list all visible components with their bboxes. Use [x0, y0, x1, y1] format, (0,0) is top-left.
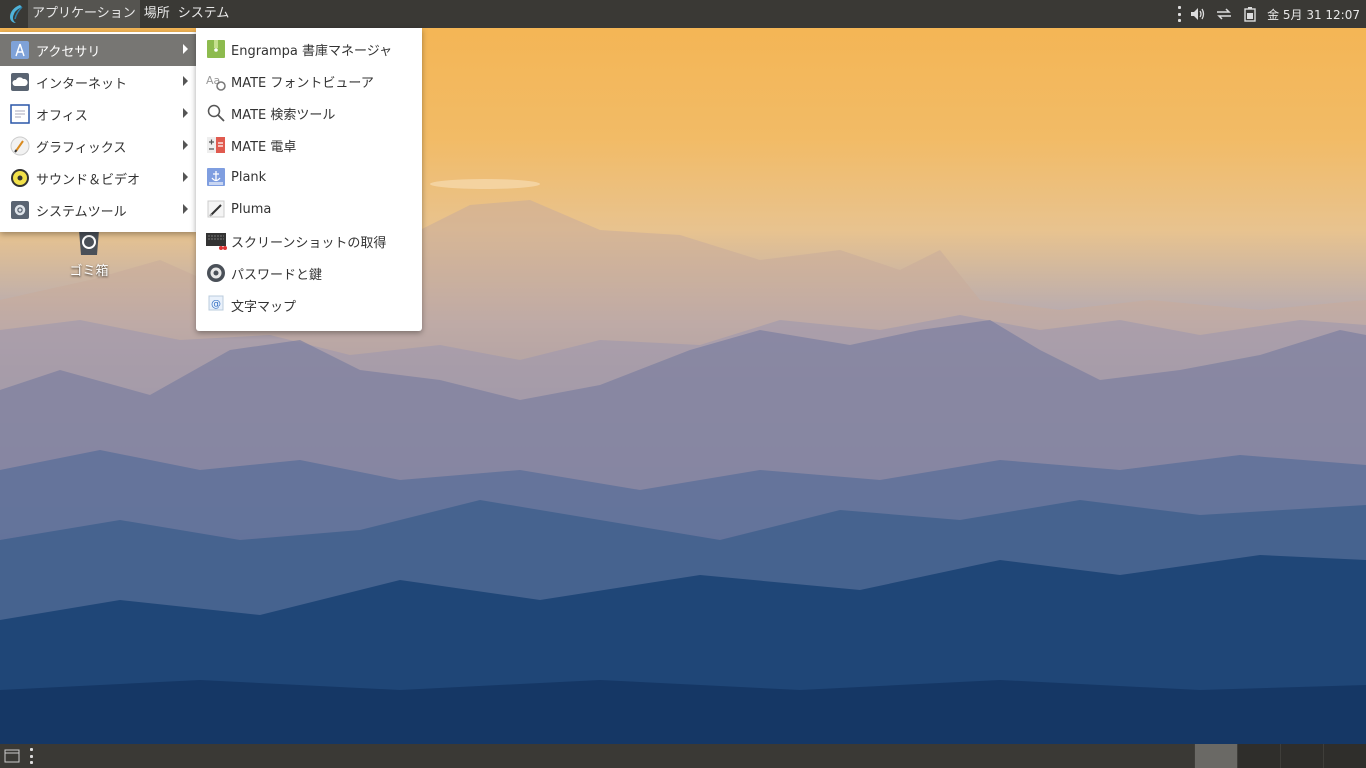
volume-icon[interactable] — [1189, 5, 1207, 23]
menu-item-internet[interactable]: インターネット — [0, 66, 196, 98]
submenu-arrow-icon — [183, 108, 188, 118]
graphics-icon — [10, 136, 30, 156]
places-menu-button[interactable]: 場所 — [140, 0, 174, 28]
menu-item-office[interactable]: オフィス — [0, 98, 196, 130]
character-map-icon: @ — [205, 294, 227, 316]
mate-logo-icon[interactable] — [4, 0, 28, 28]
submenu-item-passwords-keys[interactable]: パスワードと鍵 — [196, 257, 422, 289]
workspace-4[interactable] — [1323, 744, 1366, 768]
passwords-keys-icon — [205, 262, 227, 284]
panel-handle[interactable] — [1178, 6, 1182, 22]
submenu-arrow-icon — [183, 140, 188, 150]
submenu-item-label: 文字マップ — [231, 299, 297, 315]
internet-icon — [10, 72, 30, 92]
submenu-item-label: Engrampa 書庫マネージャ — [231, 43, 393, 59]
trash-label: ゴミ箱 — [69, 264, 109, 279]
top-panel: アプリケーション 場所 システム 金 5月 31 12:07 — [0, 0, 1366, 28]
font-viewer-icon: Aa — [205, 70, 227, 92]
sound-video-icon — [10, 168, 30, 188]
menu-item-label: オフィス — [36, 108, 88, 124]
system-tray: 金 5月 31 12:07 — [1178, 0, 1366, 28]
submenu-item-calculator[interactable]: MATE 電卓 — [196, 129, 422, 161]
battery-icon[interactable] — [1241, 5, 1259, 23]
network-icon[interactable] — [1215, 5, 1233, 23]
search-icon — [205, 102, 227, 124]
calculator-icon — [205, 134, 227, 156]
submenu-arrow-icon — [183, 44, 188, 54]
submenu-arrow-icon — [183, 76, 188, 86]
system-menu-button[interactable]: システム — [174, 0, 234, 28]
applications-menu: アクセサリ インターネット オフィス グラフィックス サウンド＆ビデオ システム — [0, 32, 196, 232]
submenu-item-label: Plank — [231, 169, 267, 185]
menu-item-label: グラフィックス — [36, 140, 127, 156]
submenu-item-label: Pluma — [231, 201, 272, 217]
text-editor-icon — [205, 198, 227, 220]
plank-icon — [205, 166, 227, 188]
workspace-3[interactable] — [1280, 744, 1323, 768]
submenu-item-engrampa[interactable]: Engrampa 書庫マネージャ — [196, 33, 422, 65]
applications-menu-button[interactable]: アプリケーション — [28, 0, 140, 28]
archive-manager-icon — [205, 38, 227, 60]
submenu-arrow-icon — [183, 172, 188, 182]
bottom-panel — [0, 744, 1366, 768]
svg-text:Aa: Aa — [206, 74, 220, 87]
menu-item-system-tools[interactable]: システムツール — [0, 194, 196, 226]
submenu-item-label: スクリーンショットの取得 — [231, 235, 387, 251]
submenu-item-label: MATE 検索ツール — [231, 107, 336, 123]
clock[interactable]: 金 5月 31 12:07 — [1267, 6, 1360, 23]
submenu-item-screenshot[interactable]: スクリーンショットの取得 — [196, 225, 422, 257]
menu-item-graphics[interactable]: グラフィックス — [0, 130, 196, 162]
menu-item-sound-video[interactable]: サウンド＆ビデオ — [0, 162, 196, 194]
accessories-submenu: Engrampa 書庫マネージャ Aa MATE フォントビューア MATE 検… — [196, 28, 422, 331]
submenu-item-font-viewer[interactable]: Aa MATE フォントビューア — [196, 65, 422, 97]
submenu-item-plank[interactable]: Plank — [196, 161, 422, 193]
menu-item-accessories[interactable]: アクセサリ — [0, 34, 196, 66]
system-tools-icon — [10, 200, 30, 220]
screenshot-icon — [205, 230, 227, 252]
workspace-switcher — [1194, 744, 1366, 768]
show-desktop-icon[interactable] — [4, 748, 20, 764]
submenu-item-character-map[interactable]: @ 文字マップ — [196, 289, 422, 321]
menu-item-label: サウンド＆ビデオ — [36, 172, 141, 188]
submenu-item-label: MATE フォントビューア — [231, 75, 374, 91]
menu-item-label: アクセサリ — [36, 44, 101, 60]
submenu-item-pluma[interactable]: Pluma — [196, 193, 422, 225]
submenu-item-search-tool[interactable]: MATE 検索ツール — [196, 97, 422, 129]
accessories-icon — [10, 40, 30, 60]
office-icon — [10, 104, 30, 124]
workspace-1[interactable] — [1194, 744, 1237, 768]
submenu-arrow-icon — [183, 204, 188, 214]
menu-item-label: インターネット — [36, 76, 128, 92]
submenu-item-label: MATE 電卓 — [231, 139, 297, 155]
submenu-item-label: パスワードと鍵 — [231, 267, 323, 283]
workspace-2[interactable] — [1237, 744, 1280, 768]
svg-text:@: @ — [211, 299, 221, 310]
panel-handle[interactable] — [30, 748, 33, 764]
menu-item-label: システムツール — [36, 204, 127, 220]
